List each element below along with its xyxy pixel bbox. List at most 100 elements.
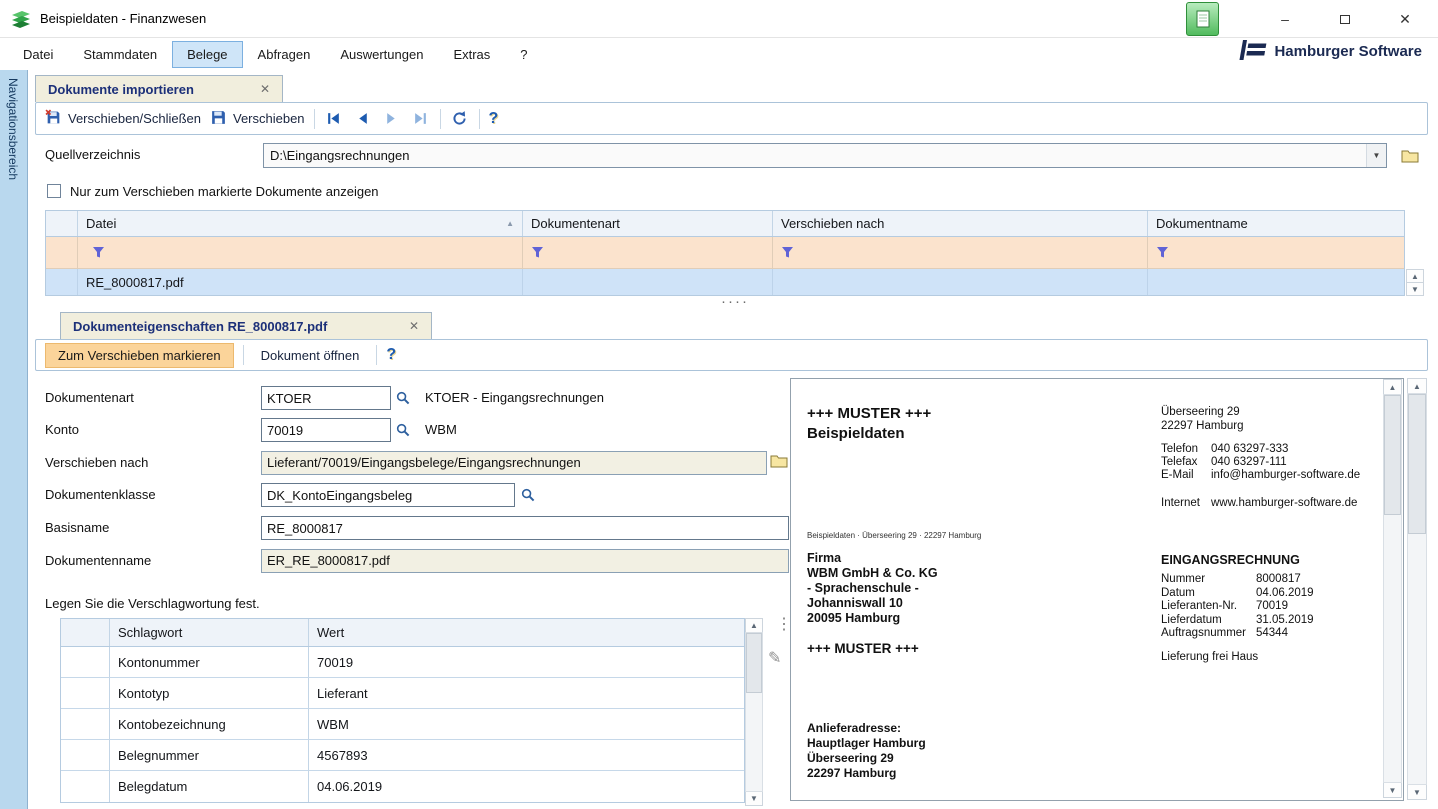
filter-cell-dokumentname[interactable] <box>1148 237 1404 268</box>
keyword-row[interactable]: Kontotyp Lieferant <box>61 678 744 709</box>
menu-item-auswertungen[interactable]: Auswertungen <box>325 41 438 68</box>
nav-last-button[interactable] <box>411 109 431 129</box>
scroll-thumb[interactable] <box>1408 394 1426 534</box>
documents-grid-vscrollbar[interactable]: ▲ ▼ <box>1406 269 1424 296</box>
row-indicator-header <box>61 619 110 646</box>
scroll-up-button[interactable]: ▲ <box>1406 269 1424 283</box>
verschieben-nach-folder-button[interactable] <box>770 454 788 468</box>
scroll-down-button[interactable]: ▼ <box>1407 784 1427 800</box>
menu-item-belege[interactable]: Belege <box>172 40 243 68</box>
help-icon[interactable]: ? <box>489 110 499 128</box>
keyword-cell[interactable]: Kontonummer <box>110 647 309 677</box>
keyword-cell[interactable]: Kontotyp <box>110 678 309 708</box>
combo-dropdown-icon[interactable]: ▼ <box>1366 144 1386 167</box>
edit-pencil-icon[interactable]: ✎ <box>768 648 781 668</box>
keywords-vscrollbar[interactable]: ▲ ▼ <box>745 618 763 809</box>
keyword-cell[interactable]: Kontobezeichnung <box>110 709 309 739</box>
navigation-sidebar-tab[interactable]: Navigationsbereich <box>0 70 28 809</box>
recipient-line: 20095 Hamburg <box>807 611 901 625</box>
help-icon[interactable]: ? <box>386 346 396 364</box>
value-cell[interactable]: 4567893 <box>309 740 744 770</box>
scroll-down-button[interactable]: ▼ <box>1406 282 1424 296</box>
keyword-row[interactable]: Kontobezeichnung WBM <box>61 709 744 740</box>
scroll-down-button[interactable]: ▼ <box>1383 782 1402 798</box>
open-document-button[interactable]: Dokument öffnen <box>253 348 368 363</box>
col-header-dokumentname[interactable]: Dokumentname <box>1148 211 1404 236</box>
col-header-verschieben-nach[interactable]: Verschieben nach <box>773 211 1148 236</box>
value-cell[interactable]: Lieferant <box>309 678 744 708</box>
preview-vscrollbar[interactable]: ▲ ▼ <box>1383 379 1402 800</box>
filter-cell-dokumentenart[interactable] <box>523 237 773 268</box>
konto-lookup-button[interactable] <box>393 419 413 441</box>
show-marked-checkbox[interactable] <box>47 184 61 198</box>
nav-next-button[interactable] <box>382 109 402 129</box>
filter-cell-datei[interactable] <box>78 237 523 268</box>
col-header-dokumentenart[interactable]: Dokumentenart <box>523 211 773 236</box>
scroll-up-button[interactable]: ▲ <box>1383 379 1402 395</box>
move-close-button[interactable]: Verschieben/Schließen <box>45 108 201 129</box>
document-row[interactable]: RE_8000817.pdf <box>46 269 1404 295</box>
scroll-thumb[interactable] <box>1384 395 1401 515</box>
menu-item-abfragen[interactable]: Abfragen <box>243 41 326 68</box>
verschieben-nach-field: Lieferant/70019/Eingangsbelege/Eingangsr… <box>261 451 767 475</box>
browse-folder-button[interactable] <box>1398 146 1422 166</box>
dokumentenart-lookup-button[interactable] <box>393 387 413 409</box>
keyword-row[interactable]: Belegnummer 4567893 <box>61 740 744 771</box>
nav-last-icon <box>415 113 426 124</box>
dokumentenklasse-lookup-button[interactable] <box>518 484 538 506</box>
tab-close-icon[interactable]: ✕ <box>409 319 419 333</box>
cell-dokumentenart[interactable] <box>523 269 773 295</box>
konto-input[interactable] <box>261 418 391 442</box>
cell-datei[interactable]: RE_8000817.pdf <box>78 269 523 295</box>
nav-first-button[interactable] <box>324 109 344 129</box>
cell-verschieben-nach[interactable] <box>773 269 1148 295</box>
tab-dokumenteigenschaften[interactable]: Dokumenteigenschaften RE_8000817.pdf ✕ <box>60 312 432 339</box>
tab-close-icon[interactable]: ✕ <box>260 82 270 96</box>
dokumentenname-field: ER_RE_8000817.pdf <box>261 549 789 573</box>
keyword-row[interactable]: Belegdatum 04.06.2019 <box>61 771 744 802</box>
source-dir-combobox[interactable]: D:\Eingangsrechnungen ▼ <box>263 143 1387 168</box>
maximize-button[interactable] <box>1322 0 1368 38</box>
value-cell[interactable]: 04.06.2019 <box>309 771 744 802</box>
tab-dokumente-importieren[interactable]: Dokumente importieren ✕ <box>35 75 283 102</box>
keyword-row[interactable]: Kontonummer 70019 <box>61 647 744 678</box>
tab-title: Dokumente importieren <box>48 81 194 97</box>
menu-item-help[interactable]: ? <box>505 41 542 68</box>
menu-item-stammdaten[interactable]: Stammdaten <box>68 41 172 68</box>
splitter-handle[interactable]: ···· <box>680 293 790 310</box>
address-line: 22297 Hamburg <box>1161 420 1244 432</box>
basisname-input[interactable] <box>261 516 789 540</box>
value-cell[interactable]: 70019 <box>309 647 744 677</box>
panel-vscrollbar[interactable]: ▲ ▼ <box>1407 378 1427 802</box>
scroll-up-button[interactable]: ▲ <box>1407 378 1427 394</box>
minimize-button[interactable]: – <box>1262 0 1308 38</box>
hamburger-software-logo-icon <box>1237 40 1267 63</box>
value-cell[interactable]: WBM <box>309 709 744 739</box>
keyword-cell[interactable]: Belegdatum <box>110 771 309 802</box>
mark-for-move-button[interactable]: Zum Verschieben markieren <box>45 342 234 368</box>
menu-item-extras[interactable]: Extras <box>438 41 505 68</box>
scroll-up-button[interactable]: ▲ <box>745 618 763 633</box>
documents-filter-row <box>46 237 1404 269</box>
cell-dokumentname[interactable] <box>1148 269 1404 295</box>
move-button[interactable]: Verschieben <box>210 109 305 129</box>
keyword-cell[interactable]: Belegnummer <box>110 740 309 770</box>
folder-icon <box>770 455 788 468</box>
close-button[interactable]: ✕ <box>1382 0 1428 38</box>
col-header-wert[interactable]: Wert <box>309 619 744 646</box>
menu-item-datei[interactable]: Datei <box>8 41 68 68</box>
refresh-button[interactable] <box>450 109 470 129</box>
dokumentenart-description: KTOER - Eingangsrechnungen <box>425 390 604 405</box>
contact-label: Telefax <box>1161 456 1198 468</box>
license-status-button[interactable] <box>1186 2 1219 36</box>
filter-cell-verschieben-nach[interactable] <box>773 237 1148 268</box>
dokumentenklasse-input[interactable] <box>261 483 515 507</box>
folder-icon <box>1401 150 1419 163</box>
col-header-datei[interactable]: Datei ▲ <box>78 211 523 236</box>
scroll-down-button[interactable]: ▼ <box>745 791 763 806</box>
dokumentenart-input[interactable] <box>261 386 391 410</box>
nav-prev-button[interactable] <box>353 109 373 129</box>
scroll-thumb[interactable] <box>746 633 762 693</box>
toolbar-separator <box>242 345 244 365</box>
col-header-schlagwort[interactable]: Schlagwort <box>110 619 309 646</box>
